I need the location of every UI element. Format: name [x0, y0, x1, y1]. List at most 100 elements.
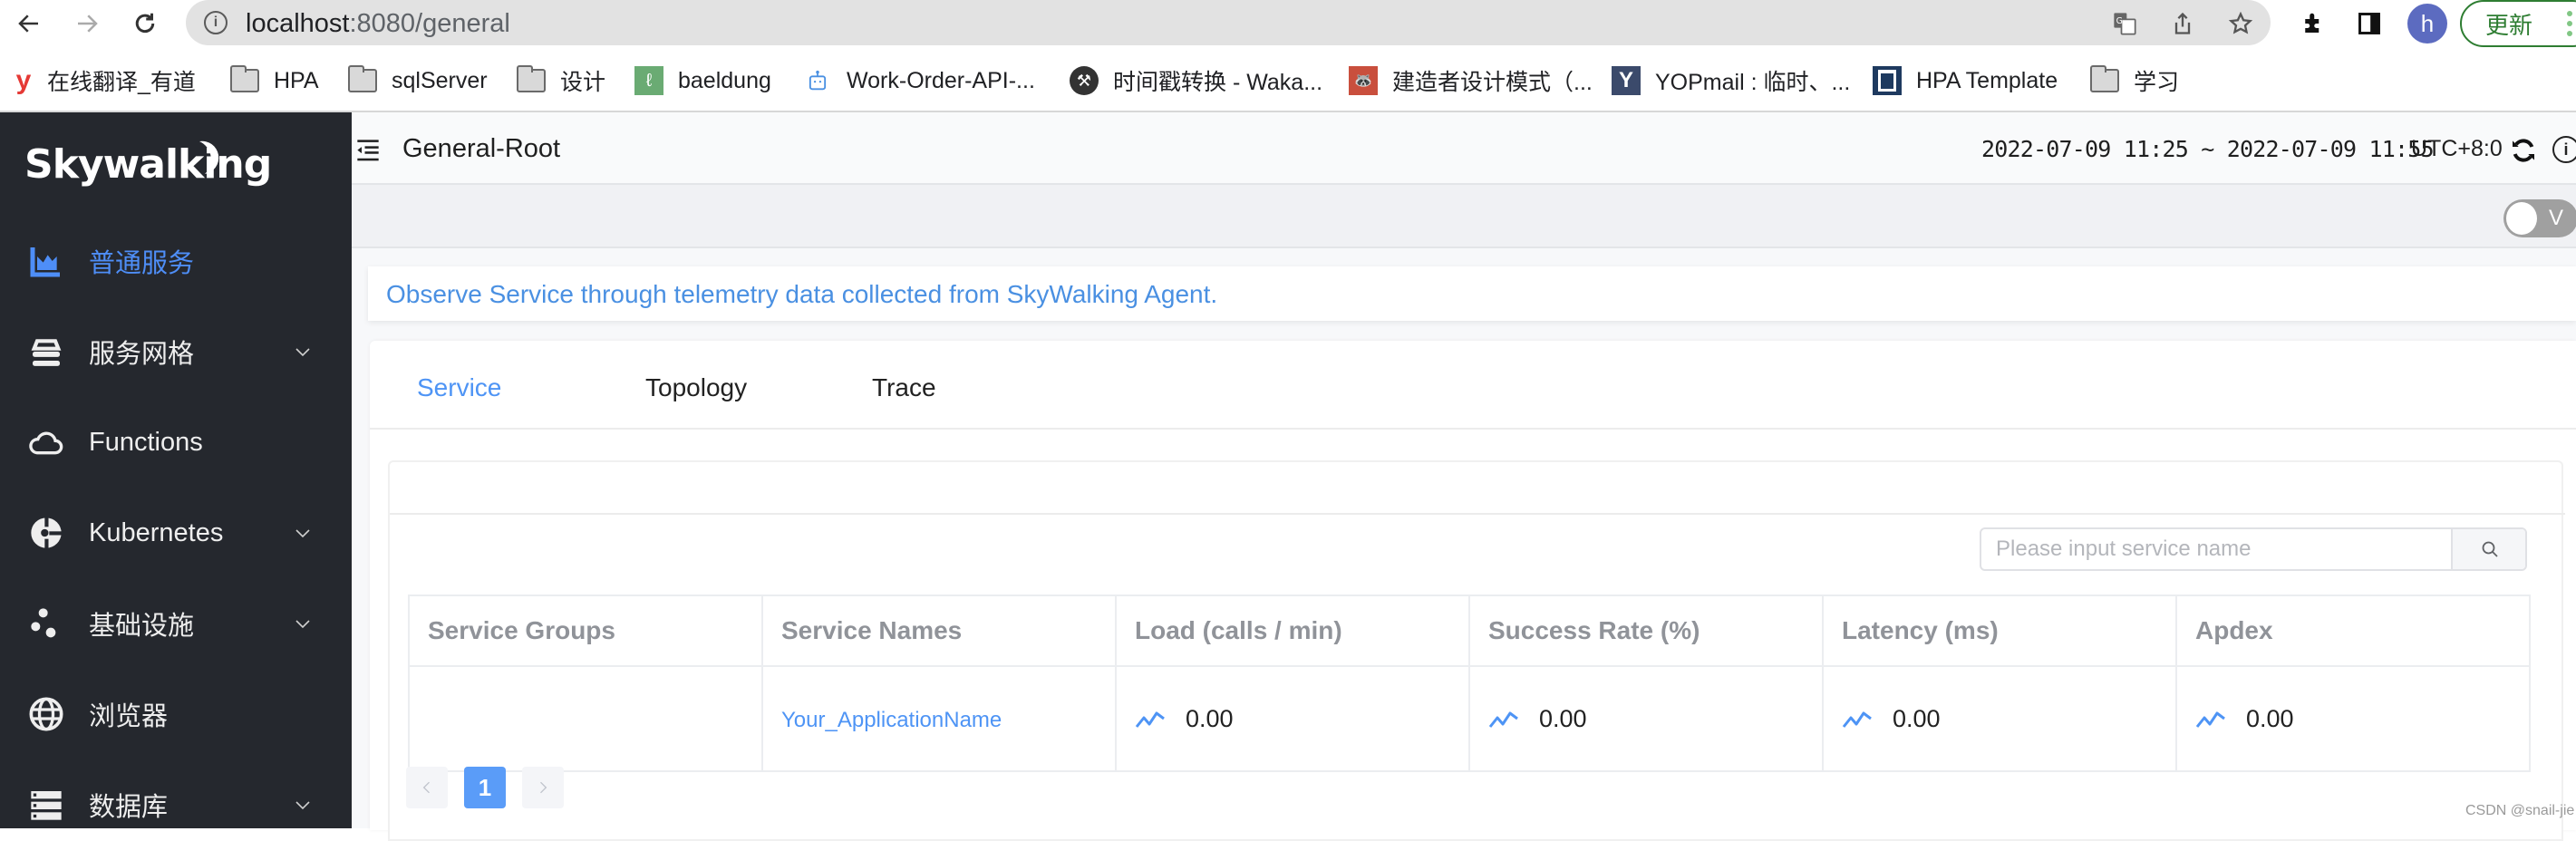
tabs-card: Service Topology Trace Service Groups Se: [370, 341, 2576, 841]
sidebar-item-functions[interactable]: Functions: [0, 411, 352, 474]
service-group-cell: [408, 665, 763, 772]
window-icon: [1873, 66, 1902, 95]
reload-button[interactable]: [127, 5, 163, 42]
sidebar-item-kubernetes[interactable]: Kubernetes: [0, 501, 352, 565]
layers-icon: [27, 333, 65, 371]
trend-line-icon[interactable]: [1842, 707, 1873, 730]
browser-toolbar: i localhost:8080/general G h 更新: [0, 0, 2576, 49]
success-rate-cell: 0.00: [1468, 665, 1824, 772]
timezone-label: UTC+8:0: [2411, 136, 2503, 161]
raccoon-icon: 🦝: [1349, 66, 1378, 95]
folder-icon: [516, 65, 546, 95]
bookmark-item[interactable]: y 在线翻译_有道: [15, 65, 196, 96]
trend-line-icon[interactable]: [1488, 707, 1519, 730]
forward-button[interactable]: [69, 5, 105, 42]
search-button[interactable]: [2451, 529, 2525, 569]
latency-cell: 0.00: [1822, 665, 2177, 772]
dashboard-toolbar: V: [352, 185, 2576, 248]
tab-trace[interactable]: Trace: [872, 373, 936, 402]
service-name-link[interactable]: Your_ApplicationName: [781, 708, 1002, 732]
prev-page-button[interactable]: [406, 767, 448, 808]
address-bar[interactable]: i localhost:8080/general G: [186, 0, 2271, 45]
divider: [390, 513, 2565, 515]
time-range-picker[interactable]: 2022-07-09 11:25 ~ 2022-07-09 11:55: [1981, 136, 2435, 162]
sidebar-item-general-service[interactable]: 普通服务: [0, 229, 352, 293]
extensions-icon[interactable]: [2299, 9, 2328, 38]
collapse-menu-icon[interactable]: [355, 138, 381, 163]
description-banner: Observe Service through telemetry data c…: [368, 266, 2576, 321]
translate-icon[interactable]: G: [2111, 10, 2138, 37]
load-cell: 0.00: [1115, 665, 1470, 772]
bookmark-item[interactable]: HPA Template: [1873, 65, 2058, 96]
skywalking-logo[interactable]: Skywalking: [24, 141, 272, 188]
main-content: General-Root 2022-07-09 11:25 ~ 2022-07-…: [352, 112, 2576, 841]
bookmark-folder[interactable]: HPA: [229, 65, 319, 96]
reload-icon: [135, 13, 155, 34]
url-text[interactable]: localhost:8080/general: [246, 9, 510, 39]
apdex-cell: 0.00: [2175, 665, 2531, 772]
edit-mode-toggle[interactable]: V: [2503, 199, 2576, 237]
bookmark-star-icon[interactable]: [2227, 10, 2254, 37]
update-button[interactable]: 更新: [2460, 0, 2576, 47]
chevron-right-icon: [540, 781, 547, 794]
arrow-left-icon: [18, 14, 38, 33]
database-icon: [27, 786, 65, 824]
bookmark-item[interactable]: ⚒ 时间戳转换 - Waka...: [1070, 65, 1322, 96]
bookmark-folder[interactable]: 设计: [516, 65, 605, 96]
site-info-icon[interactable]: i: [204, 11, 228, 34]
bookmark-folder[interactable]: 学习: [2089, 65, 2179, 96]
refresh-icon[interactable]: [2509, 136, 2538, 165]
column-header: Service Names: [761, 594, 1117, 667]
divider: [370, 428, 2576, 430]
sidebar-item-browser[interactable]: 浏览器: [0, 682, 352, 746]
chart-area-icon: [27, 242, 65, 280]
baeldung-icon: ℓ: [634, 66, 663, 95]
bookmark-folder[interactable]: sqlServer: [347, 65, 488, 96]
tab-service[interactable]: Service: [417, 373, 501, 402]
search-icon: [2482, 541, 2498, 557]
watermark: CSDN @snail-jie: [2465, 803, 2575, 818]
kubernetes-icon: [27, 514, 65, 552]
sidebar-item-service-mesh[interactable]: 服务网格: [0, 320, 352, 383]
trend-line-icon[interactable]: [1135, 707, 1166, 730]
page-title: General-Root: [402, 134, 561, 163]
bookmarks-bar: y 在线翻译_有道 HPA sqlServer 设计 ℓ baeldung Wo…: [0, 49, 2576, 112]
service-search-input[interactable]: [1981, 529, 2451, 569]
page-header: General-Root 2022-07-09 11:25 ~ 2022-07-…: [352, 112, 2576, 185]
robot-icon: [803, 66, 832, 95]
sidebar: Skywalking 普通服务 服务网格 Functions Kubernete…: [0, 112, 352, 828]
side-panel-icon[interactable]: [2355, 9, 2384, 38]
column-header: Service Groups: [408, 594, 763, 667]
info-icon[interactable]: i: [2552, 136, 2576, 163]
service-list-widget: Service Groups Service Names Load (calls…: [388, 460, 2565, 841]
column-header: Apdex: [2175, 594, 2531, 667]
bookmark-item[interactable]: Y YOPmail : 临时、...: [1612, 65, 1850, 96]
back-button[interactable]: [11, 5, 47, 42]
chevron-down-icon[interactable]: [292, 341, 314, 362]
chevron-down-icon[interactable]: [292, 522, 314, 544]
tab-topology[interactable]: Topology: [645, 373, 747, 402]
bookmark-item[interactable]: ℓ baeldung: [634, 65, 771, 96]
bookmark-item[interactable]: 🦝 建造者设计模式（...: [1349, 65, 1593, 96]
bookmark-item[interactable]: Work-Order-API-...: [803, 65, 1035, 96]
chevron-down-icon[interactable]: [292, 794, 314, 816]
chevron-down-icon[interactable]: [292, 613, 314, 634]
dots-icon: [27, 604, 65, 643]
yopmail-icon: Y: [1612, 66, 1641, 95]
search-box: [1980, 527, 2527, 571]
next-page-button[interactable]: [522, 767, 564, 808]
table-header-row: Service Groups Service Names Load (calls…: [408, 594, 2531, 667]
load-value: 0.00: [1186, 704, 1234, 732]
page-button-current[interactable]: 1: [464, 767, 506, 808]
moon-icon: [199, 140, 219, 174]
sidebar-item-infrastructure[interactable]: 基础设施: [0, 592, 352, 655]
globe-icon: [27, 695, 65, 733]
share-icon[interactable]: [2169, 10, 2196, 37]
kebab-menu-icon[interactable]: [2567, 11, 2572, 36]
trend-line-icon[interactable]: [2195, 707, 2226, 730]
folder-icon: [2089, 65, 2119, 95]
sidebar-item-database[interactable]: 数据库: [0, 773, 352, 836]
folder-icon: [229, 65, 259, 95]
profile-avatar[interactable]: h: [2407, 4, 2447, 44]
apdex-value: 0.00: [2246, 704, 2294, 732]
